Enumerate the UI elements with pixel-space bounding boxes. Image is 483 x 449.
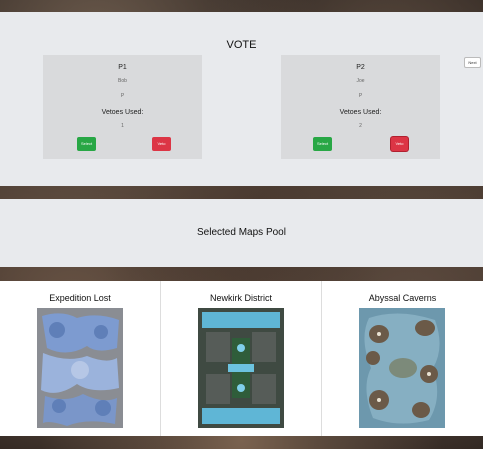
player-name: P2 [356, 64, 365, 71]
player-name: P1 [118, 64, 127, 71]
select-button[interactable]: Select [313, 137, 332, 151]
player-card-p1: P1 Bob P Vetoes Used: 1 Select Veto [43, 55, 202, 159]
vote-panel: VOTE Next P1 Bob P Vetoes Used: 1 Select… [0, 12, 483, 186]
player-user: Joe [356, 78, 365, 84]
map-card[interactable]: Expedition Lost [0, 281, 161, 436]
player-card-p2: P2 Joe P Vetoes Used: 2 Select Veto [281, 55, 440, 159]
vetoes-label: Vetoes Used: [339, 109, 382, 116]
map-card[interactable]: Newkirk District [161, 281, 322, 436]
veto-button[interactable]: Veto [391, 137, 408, 151]
vote-title: VOTE [226, 39, 257, 51]
map-thumbnail [37, 308, 123, 428]
player-user: Bob [118, 78, 127, 84]
map-name: Abyssal Caverns [368, 293, 437, 303]
select-button[interactable]: Select [77, 137, 96, 151]
maps-pool-list: Expedition Lost Newkirk District Abyssal… [0, 281, 483, 436]
maps-pool-title: Selected Maps Pool [197, 227, 286, 238]
player-race: P [120, 93, 125, 99]
map-name: Expedition Lost [49, 293, 111, 303]
map-card[interactable]: Abyssal Caverns [322, 281, 483, 436]
vetoes-label: Vetoes Used: [101, 109, 144, 116]
maps-pool-header: Selected Maps Pool [0, 199, 483, 267]
player-race: P [358, 93, 363, 99]
next-button[interactable]: Next [464, 57, 481, 68]
map-name: Newkirk District [210, 293, 272, 303]
vetoes-count: 2 [359, 123, 362, 129]
map-thumbnail [198, 308, 284, 428]
veto-button[interactable]: Veto [152, 137, 171, 151]
vetoes-count: 1 [121, 123, 124, 129]
map-thumbnail [359, 308, 445, 428]
